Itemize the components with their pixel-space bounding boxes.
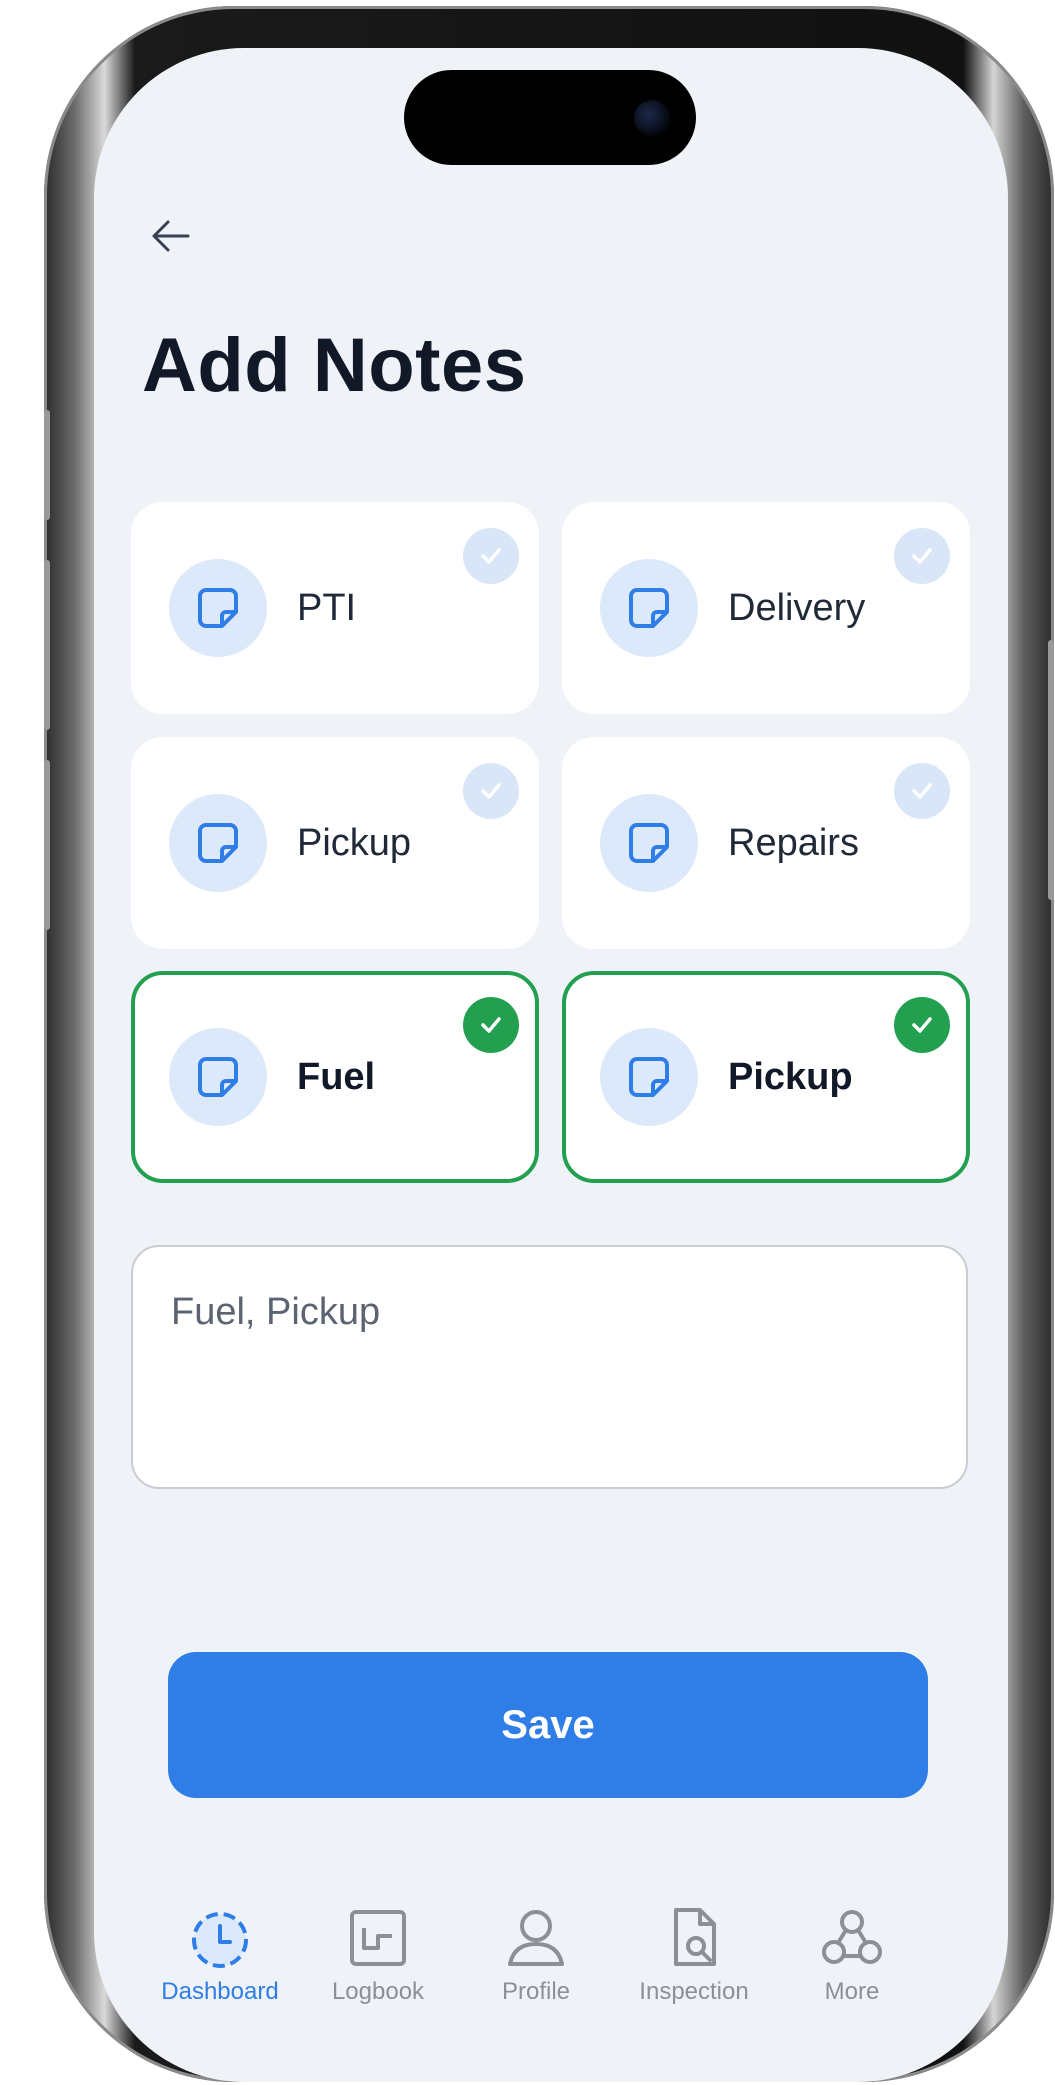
- category-card-pickup-selected[interactable]: Pickup: [562, 971, 970, 1183]
- profile-icon: [508, 1910, 564, 1966]
- tab-profile[interactable]: Profile: [466, 1906, 606, 2026]
- check-icon: [463, 763, 519, 819]
- category-card-pickup[interactable]: Pickup: [131, 737, 539, 949]
- bottom-tab-bar: Dashboard Logbook Profile Inspection Mor…: [150, 1906, 950, 2026]
- page-title: Add Notes: [142, 323, 527, 408]
- check-icon: [894, 528, 950, 584]
- check-icon: [894, 997, 950, 1053]
- note-icon-circle: [169, 794, 267, 892]
- category-card-repairs[interactable]: Repairs: [562, 737, 970, 949]
- check-icon: [463, 528, 519, 584]
- category-label: PTI: [297, 587, 357, 629]
- note-icon: [198, 823, 238, 863]
- category-card-delivery[interactable]: Delivery: [562, 502, 970, 714]
- note-icon: [629, 588, 669, 628]
- back-arrow-icon[interactable]: [148, 214, 192, 258]
- check-icon: [463, 997, 519, 1053]
- category-label: Delivery: [728, 587, 866, 629]
- tab-more[interactable]: More: [782, 1906, 922, 2026]
- phone-side-button: [44, 560, 50, 730]
- note-icon-circle: [600, 794, 698, 892]
- note-icon-circle: [169, 1028, 267, 1126]
- logbook-icon: [350, 1910, 406, 1966]
- more-icon: [822, 1910, 882, 1964]
- inspection-icon: [674, 1908, 716, 1966]
- camera-icon: [634, 100, 670, 136]
- dynamic-island: [404, 70, 696, 165]
- note-icon: [629, 1057, 669, 1097]
- tab-inspection[interactable]: Inspection: [624, 1906, 764, 2026]
- category-label: Pickup: [297, 822, 412, 864]
- note-icon-circle: [169, 559, 267, 657]
- tab-label: Logbook: [331, 1978, 425, 2005]
- tab-label: Dashboard: [161, 1978, 279, 2005]
- category-card-fuel[interactable]: Fuel: [131, 971, 539, 1183]
- note-icon-circle: [600, 1028, 698, 1126]
- tab-dashboard[interactable]: Dashboard: [150, 1906, 290, 2026]
- category-label: Pickup: [728, 1056, 853, 1098]
- notes-textarea[interactable]: Fuel, Pickup: [131, 1245, 968, 1489]
- phone-side-button: [1048, 640, 1054, 900]
- phone-side-button: [44, 760, 50, 930]
- tab-label: More: [824, 1978, 880, 2005]
- dashboard-clock-icon: [192, 1912, 248, 1968]
- tab-label: Profile: [501, 1978, 571, 2005]
- note-icon: [198, 1057, 238, 1097]
- tab-logbook[interactable]: Logbook: [308, 1906, 448, 2026]
- note-icon: [629, 823, 669, 863]
- check-icon: [894, 763, 950, 819]
- tab-label: Inspection: [639, 1978, 749, 2005]
- save-button[interactable]: Save: [168, 1652, 928, 1798]
- category-label: Repairs: [728, 822, 859, 864]
- note-icon-circle: [600, 559, 698, 657]
- note-icon: [198, 588, 238, 628]
- category-label: Fuel: [297, 1056, 376, 1098]
- category-card-pti[interactable]: PTI: [131, 502, 539, 714]
- phone-side-button: [44, 410, 50, 520]
